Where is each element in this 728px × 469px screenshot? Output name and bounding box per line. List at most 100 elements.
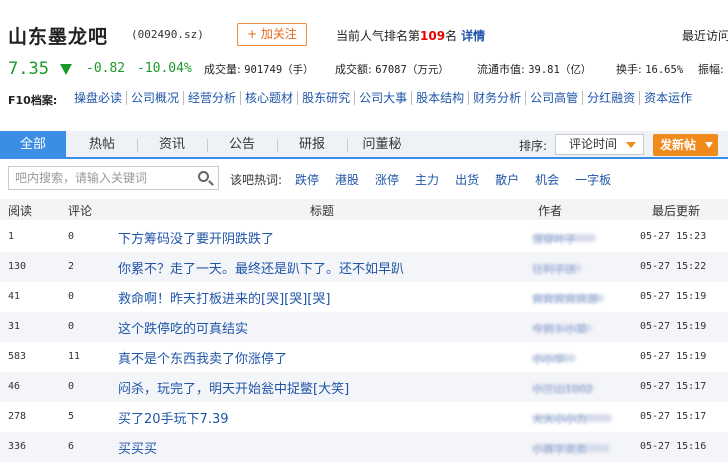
header-author: 作者 — [538, 204, 563, 218]
author-link[interactable]: 今到卜小菜 — [532, 321, 622, 336]
header-updated: 最后更新 — [652, 204, 701, 218]
hot-word-link[interactable]: 一字板 — [575, 171, 611, 188]
author-link[interactable]: 让利子送 — [532, 261, 622, 276]
caret-down-icon — [705, 142, 713, 148]
search-icon[interactable] — [198, 171, 209, 182]
f10-link[interactable]: 经营分析 — [184, 91, 242, 105]
hot-word-link[interactable]: 跌停 — [295, 171, 319, 188]
rank-value: 109 — [420, 29, 446, 43]
sort-select[interactable]: 评论时间 — [555, 134, 644, 155]
last-updated: 05-27 15:17 — [640, 411, 707, 422]
read-count: 31 — [8, 321, 21, 332]
search-input[interactable] — [9, 167, 189, 189]
caret-down-icon — [626, 142, 636, 148]
f10-link[interactable]: 财务分析 — [469, 91, 527, 105]
f10-link[interactable]: 核心题材 — [241, 91, 299, 105]
new-post-label: 发新帖 — [660, 138, 697, 152]
f10-link[interactable]: 公司大事 — [355, 91, 413, 105]
hot-word-link[interactable]: 机会 — [535, 171, 559, 188]
price-change-pct: -10.04% — [137, 61, 192, 76]
post-table-header: 阅读 评论 标题 作者 最后更新 — [0, 199, 728, 220]
author-name: 今到卜小菜 — [532, 323, 587, 336]
author-name: 让利子送 — [532, 263, 576, 276]
f10-link[interactable]: 股东研究 — [298, 91, 356, 105]
last-updated: 05-27 15:23 — [640, 231, 707, 242]
stat-label: 振幅: — [698, 63, 724, 76]
hot-word-link[interactable]: 散户 — [495, 171, 519, 188]
tab-divider — [347, 139, 348, 152]
post-title-link[interactable]: 买了20手玩下7.39 — [118, 408, 229, 427]
f10-link[interactable]: 股本结构 — [412, 91, 470, 105]
read-count: 278 — [8, 411, 27, 422]
post-title-link[interactable]: 闷杀，玩完了，明天开始瓮中捉鳖[大笑] — [118, 378, 349, 397]
stock-price: 7.35 — [8, 59, 49, 79]
f10-link[interactable]: 公司概况 — [127, 91, 185, 105]
hot-word-link[interactable]: 涨停 — [375, 171, 399, 188]
last-updated: 05-27 15:19 — [640, 351, 707, 362]
tab-news[interactable]: 资讯 — [144, 131, 200, 159]
last-updated: 05-27 15:19 — [640, 291, 707, 302]
comment-count: 0 — [68, 291, 75, 302]
author-link[interactable]: 大大小小力 — [532, 411, 622, 426]
table-row: 41 0 救命啊！昨天打板进来的[哭][哭][哭] 宾宾宾宾宾源 05-27 1… — [0, 282, 728, 312]
header-title: 标题 — [310, 204, 335, 218]
rank-detail-link[interactable]: 详情 — [461, 29, 485, 43]
hot-word-link[interactable]: 出货 — [455, 171, 479, 188]
follow-button[interactable]: + 加关注 — [237, 23, 307, 46]
author-link[interactable]: 宾宾宾宾宾源 — [532, 291, 622, 306]
author-link[interactable]: 小赛字卖卖 — [532, 441, 622, 456]
tab-announcements[interactable]: 公告 — [214, 131, 270, 159]
read-count: 336 — [8, 441, 27, 452]
tab-bar: 全部 热帖 资讯 公告 研报 问董秘 排序: 评论时间 发新帖 — [0, 131, 728, 159]
stat-volume: 成交量: 901749（手） — [204, 61, 314, 77]
post-title-link[interactable]: 真不是个东西我卖了你涨停了 — [118, 348, 287, 367]
header-read: 阅读 — [8, 204, 33, 218]
last-updated: 05-27 15:16 — [640, 441, 707, 452]
post-title-link[interactable]: 你累不？走了一天。最终还是趴下了。还不如早趴 — [118, 258, 404, 277]
tab-hot-posts[interactable]: 热帖 — [74, 131, 130, 159]
comment-count: 0 — [68, 321, 75, 332]
hot-word-link[interactable]: 港股 — [335, 171, 359, 188]
stat-market-cap: 流通市值: 39.81（亿） — [477, 61, 591, 77]
post-title-link[interactable]: 救命啊！昨天打板进来的[哭][哭][哭] — [118, 288, 330, 307]
tab-divider — [137, 139, 138, 152]
post-title-link[interactable]: 买买买 — [118, 438, 157, 457]
author-link[interactable]: 涅穿叶子 — [532, 231, 622, 246]
f10-links: 操盘必读 公司概况 经营分析 核心题材 股东研究 公司大事 股本结构 财务分析 … — [74, 91, 696, 105]
stat-value: 67087（万元） — [375, 64, 449, 76]
comment-count: 0 — [68, 231, 75, 242]
f10-link[interactable]: 资本运作 — [640, 91, 696, 105]
down-arrow-icon — [60, 64, 72, 75]
author-name: 涅穿叶子 — [532, 233, 576, 246]
last-updated: 05-27 15:22 — [640, 261, 707, 272]
sort-label: 排序: — [519, 139, 548, 153]
table-row: 31 0 这个跌停吃的可真结实 今到卜小菜 05-27 15:19 — [0, 312, 728, 342]
tab-ask-secretary[interactable]: 问董秘 — [354, 131, 410, 159]
hot-words-label: 该吧热词: — [230, 173, 283, 187]
last-updated: 05-27 15:17 — [640, 381, 707, 392]
hot-words: 跌停 港股 涨停 主力 出货 散户 机会 一字板 — [295, 171, 611, 188]
stat-label: 换手: — [616, 63, 642, 76]
recent-visit[interactable]: 最近访问 — [682, 27, 728, 44]
stat-value: 16.65% — [645, 64, 684, 76]
f10-link[interactable]: 分红融资 — [583, 91, 641, 105]
stat-turnover-rate: 换手: 16.65% — [616, 61, 683, 77]
tab-research[interactable]: 研报 — [284, 131, 340, 159]
tab-divider — [277, 139, 278, 152]
post-title-link[interactable]: 下方筹码没了要开阴跌跌了 — [118, 228, 274, 247]
stat-value: 901749（手） — [244, 64, 314, 76]
new-post-button[interactable]: 发新帖 — [653, 134, 718, 156]
stat-amplitude: 振幅: — [698, 61, 724, 77]
hot-word-link[interactable]: 主力 — [415, 171, 439, 188]
comment-count: 6 — [68, 441, 75, 452]
f10-link[interactable]: 公司高管 — [526, 91, 584, 105]
tab-all[interactable]: 全部 — [0, 131, 66, 159]
post-title-link[interactable]: 这个跌停吃的可真结实 — [118, 318, 248, 337]
author-link[interactable]: 小三山1002 — [532, 381, 622, 396]
f10-link[interactable]: 操盘必读 — [74, 91, 128, 105]
comment-count: 5 — [68, 411, 75, 422]
bar-title[interactable]: 山东墨龙吧 — [8, 22, 108, 49]
author-name: 小三山1002 — [532, 383, 593, 396]
author-link[interactable]: 小小华 — [532, 351, 622, 366]
stat-label: 成交量: — [204, 63, 241, 76]
